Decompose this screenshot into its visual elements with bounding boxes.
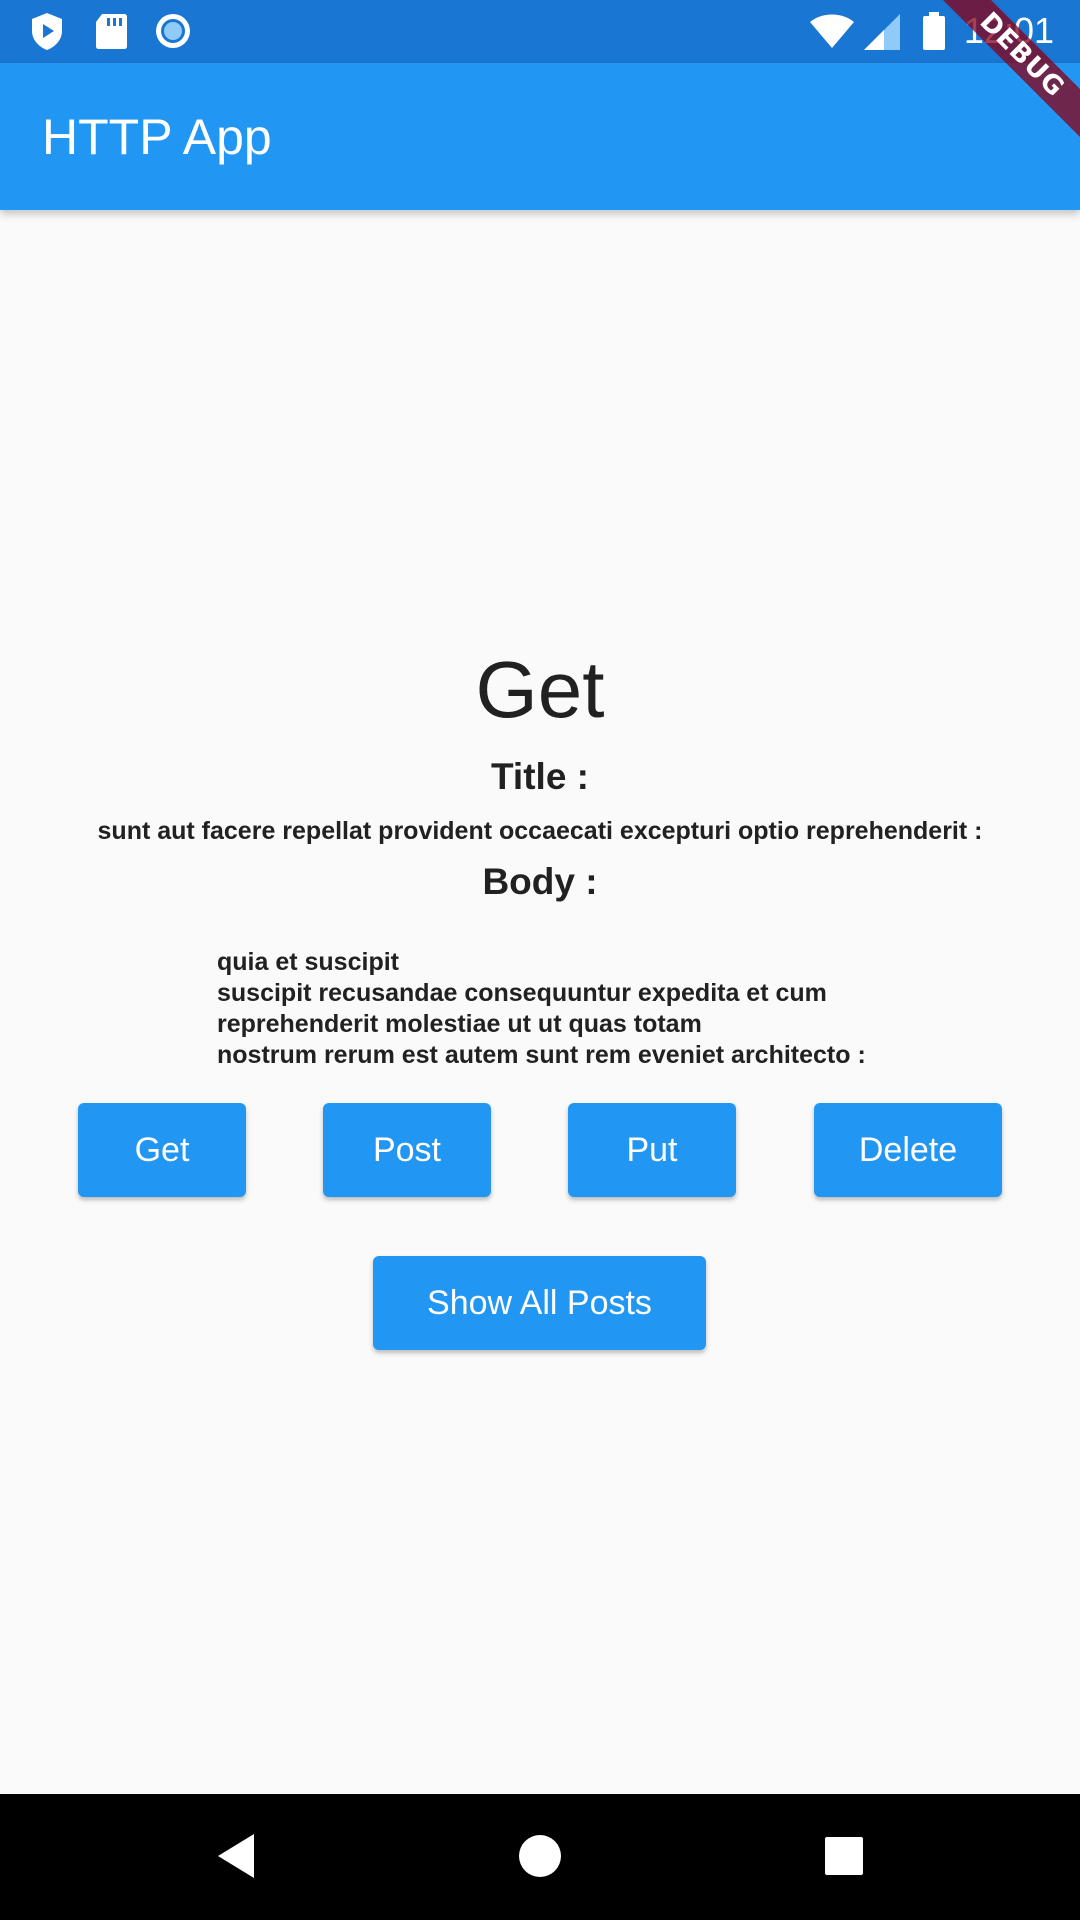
body-label: Body :	[482, 861, 598, 902]
result-heading: Get	[475, 645, 605, 734]
back-icon[interactable]	[204, 1824, 268, 1888]
body-value: quia et suscipit suscipit recusandae con…	[217, 947, 997, 1071]
show-all-posts-button[interactable]: Show All Posts	[373, 1256, 706, 1350]
wifi-icon	[810, 14, 854, 48]
status-time: 12:01	[963, 10, 1054, 51]
app-title: HTTP App	[42, 109, 272, 165]
sd-card-icon	[96, 14, 127, 49]
signal-icon	[864, 14, 900, 50]
title-value: sunt aut facere repellat provident occae…	[97, 817, 983, 845]
play-protect-icon	[32, 13, 62, 50]
main-content: Get Title : sunt aut facere repellat pro…	[0, 210, 1080, 1794]
body-line: suscipit recusandae consequuntur expedit…	[217, 979, 827, 1007]
post-button[interactable]: Post	[323, 1103, 491, 1197]
status-bar: 12:01	[0, 0, 1080, 63]
body-line: nostrum rerum est autem sunt rem eveniet…	[217, 1041, 866, 1069]
put-button[interactable]: Put	[568, 1103, 736, 1197]
title-label: Title :	[491, 756, 589, 797]
get-button[interactable]: Get	[78, 1103, 246, 1197]
delete-button[interactable]: Delete	[814, 1103, 1002, 1197]
navigation-bar	[0, 1794, 1080, 1920]
circle-record-icon	[156, 14, 190, 48]
battery-icon	[923, 12, 945, 50]
body-line: reprehenderit molestiae ut ut quas totam	[217, 1010, 702, 1038]
home-icon[interactable]	[508, 1824, 572, 1888]
body-line: quia et suscipit	[217, 948, 399, 976]
app-bar: HTTP App	[0, 63, 1080, 210]
recents-icon[interactable]	[812, 1824, 876, 1888]
